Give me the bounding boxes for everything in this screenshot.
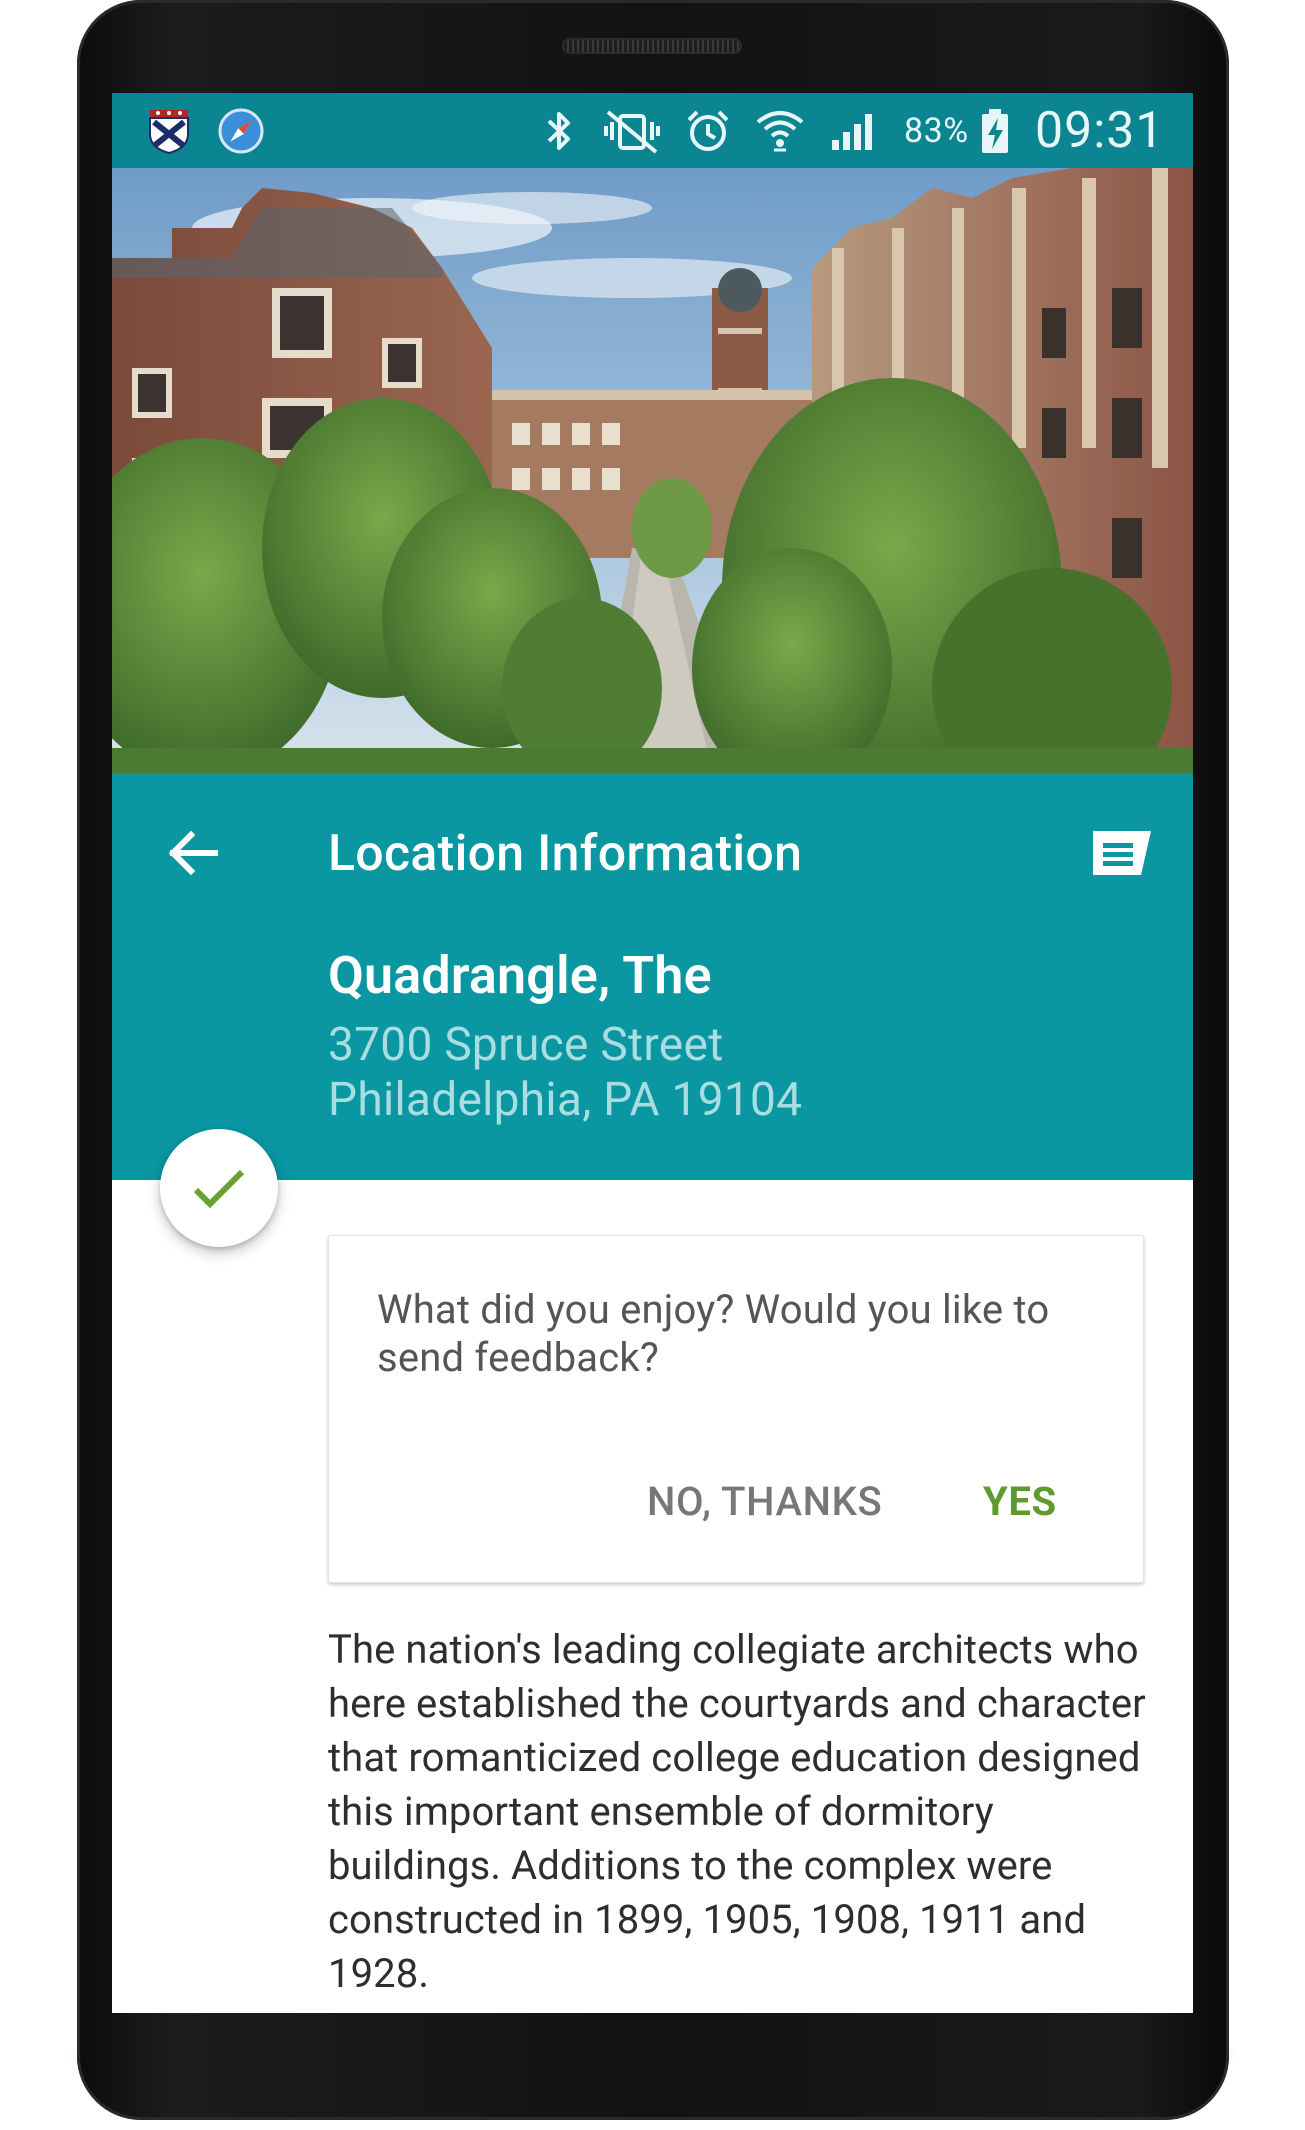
feedback-button[interactable] xyxy=(1082,823,1162,883)
feedback-icon xyxy=(1093,831,1151,875)
address-city: Philadelphia, PA 19104 xyxy=(328,1073,803,1127)
wifi-icon xyxy=(754,93,806,168)
earpiece-speaker xyxy=(562,38,742,54)
yes-button[interactable]: YES xyxy=(983,1466,1057,1536)
location-name: Quadrangle, The xyxy=(328,945,712,1006)
status-bar: 83% 09:31 xyxy=(112,93,1193,168)
check-icon xyxy=(193,1169,245,1209)
page-title: Location Information xyxy=(328,825,803,883)
location-description: The nation's leading collegiate architec… xyxy=(328,1626,1146,1997)
battery-percent: 83% xyxy=(904,110,969,151)
status-clock: 09:31 xyxy=(1035,101,1165,160)
battery-charging-icon xyxy=(980,93,1010,168)
visited-check-badge[interactable] xyxy=(160,1129,278,1247)
feedback-prompt-card: What did you enjoy? Would you like to se… xyxy=(328,1235,1144,1583)
address-street: 3700 Spruce Street xyxy=(328,1018,724,1072)
feedback-question: What did you enjoy? Would you like to se… xyxy=(377,1286,1050,1381)
compass-icon xyxy=(218,93,264,168)
arrow-back-icon xyxy=(168,830,218,876)
university-crest-icon xyxy=(148,93,190,168)
back-button[interactable] xyxy=(152,813,232,893)
alarm-icon xyxy=(685,93,731,168)
signal-icon xyxy=(830,93,880,168)
no-thanks-button[interactable]: NO, THANKS xyxy=(647,1466,882,1536)
hero-photo xyxy=(112,168,1193,773)
vibrate-off-icon xyxy=(600,93,664,168)
location-header: Location Information Quadrangle, The 370… xyxy=(112,773,1193,1180)
bluetooth-icon xyxy=(542,93,576,168)
screen: 83% 09:31 Location Information Quadrangl… xyxy=(112,93,1193,2013)
